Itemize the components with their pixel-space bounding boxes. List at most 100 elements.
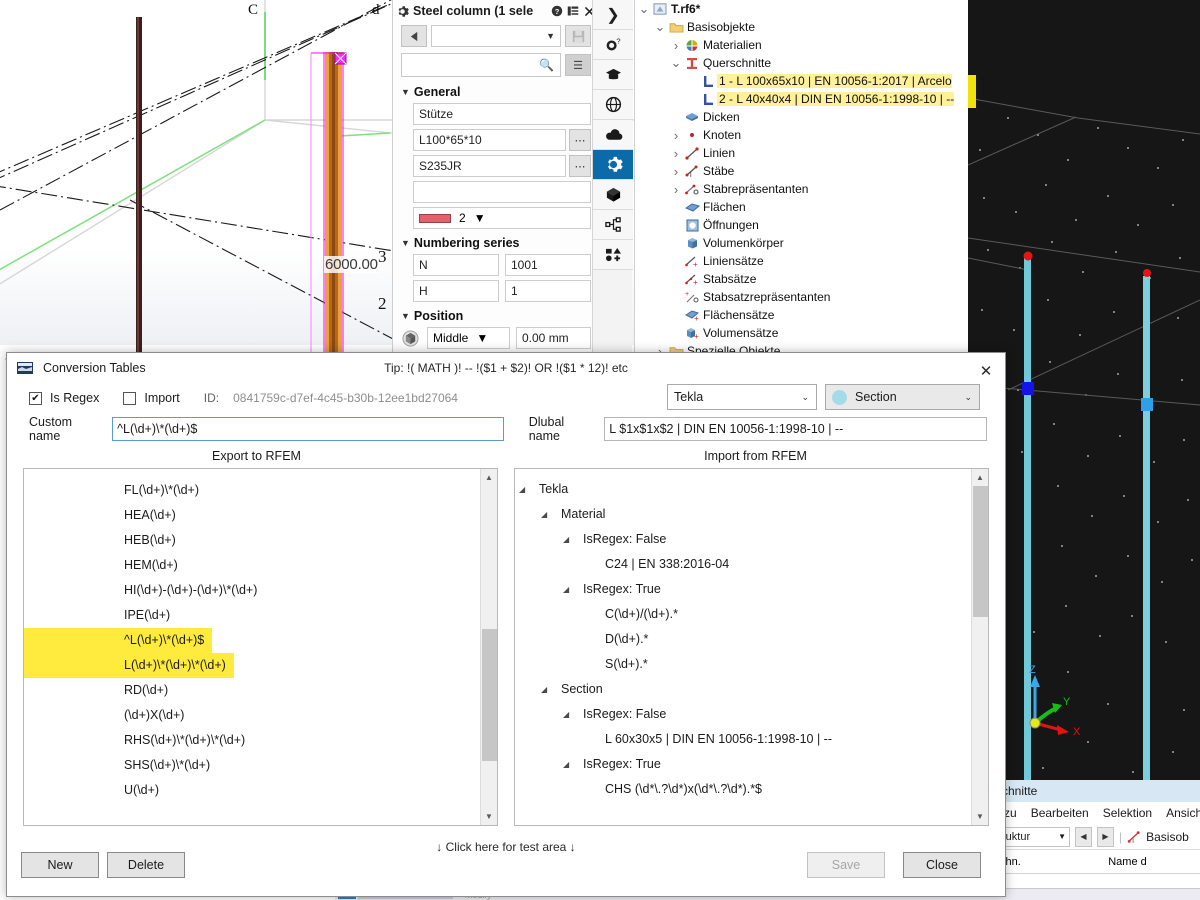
expand-arrow-icon[interactable]: ◢	[563, 752, 575, 777]
cube-icon[interactable]	[593, 180, 633, 210]
export-list-item[interactable]: HEA(\d+)	[24, 503, 497, 528]
import-checkbox[interactable]	[123, 391, 137, 405]
tree-node[interactable]: Volumenkörper	[635, 234, 968, 252]
material-field[interactable]: S235JR	[413, 155, 566, 177]
scroll-thumb[interactable]	[482, 629, 497, 761]
tree-node[interactable]: 2 - L 40x40x4 | DIN EN 10056-1:1998-10 |…	[635, 90, 968, 108]
import-tree-node[interactable]: ◢ Tekla	[515, 477, 988, 502]
import-tree-node[interactable]: ◢ IsRegex: False	[515, 702, 988, 727]
expand-arrow-icon[interactable]: ◢	[541, 502, 553, 527]
tree-node[interactable]: › Materialien	[635, 36, 968, 54]
export-list[interactable]: FL(\d+)\*(\d+) HEA(\d+) HEB(\d+) HEM(\d+) HI…	[24, 469, 497, 803]
custom-name-input[interactable]	[112, 417, 504, 441]
chevron-right-icon[interactable]: ›	[669, 38, 683, 53]
hamburger-icon[interactable]: ☰	[565, 54, 591, 76]
export-scrollbar[interactable]: ▲ ▼	[480, 469, 497, 825]
is-regex-checkbox[interactable]: ✔	[29, 391, 42, 405]
chevron-right-icon[interactable]: ›	[669, 128, 683, 143]
model-navigator-tree[interactable]: ⌄ T.rf6* ⌄ Basisobjekte › Materialien ⌄ Quersch…	[634, 0, 968, 358]
tree-node[interactable]: + Liniensätze	[635, 252, 968, 270]
group-header-position[interactable]: ▼ Position	[393, 304, 599, 325]
comment-field[interactable]	[413, 181, 591, 203]
export-list-item[interactable]: ^L(\d+)\*(\d+)$	[24, 628, 213, 653]
import-tree-pane[interactable]: ◢ Tekla ◢ Material ◢ IsRegex: False C24 | EN 3…	[514, 468, 989, 826]
import-tree[interactable]: ◢ Tekla ◢ Material ◢ IsRegex: False C24 | EN 3…	[515, 469, 988, 802]
position-alignment-combo[interactable]: Middle ▼	[427, 327, 510, 349]
import-tree-node[interactable]: ◢ IsRegex: True	[515, 577, 988, 602]
tree-node[interactable]: 1 - L 100x65x10 | EN 10056-1:2017 | Arce…	[635, 72, 968, 90]
back-arrow-icon[interactable]	[401, 25, 427, 47]
import-tree-node[interactable]: C24 | EN 338:2016-04	[515, 552, 988, 577]
import-tree-node[interactable]: D(\d+).*	[515, 627, 988, 652]
menu-item-1[interactable]: Bearbeiten	[1031, 806, 1089, 820]
scroll-thumb[interactable]	[973, 486, 988, 617]
color-combo[interactable]: 2 ▼	[413, 207, 591, 229]
chevron-right-icon[interactable]: ›	[669, 146, 683, 161]
export-list-item[interactable]: L(\d+)\*(\d+)\*(\d+)	[24, 653, 234, 678]
toolbar-label[interactable]: Basisob	[1146, 830, 1189, 844]
name-field[interactable]: Stütze	[413, 103, 591, 125]
expand-arrow-icon[interactable]: ◢	[519, 477, 531, 502]
shapes-icon[interactable]	[593, 240, 633, 270]
save-icon[interactable]	[565, 25, 591, 47]
tree-node[interactable]: ⌄ Basisobjekte	[635, 18, 968, 36]
tree-node[interactable]: › Knoten	[635, 126, 968, 144]
numbering-h-label[interactable]: H	[413, 280, 499, 302]
expand-arrow-icon[interactable]: ◢	[541, 677, 553, 702]
cloud-icon[interactable]	[593, 120, 633, 150]
group-header-numbering[interactable]: ▼ Numbering series	[393, 231, 599, 252]
graduation-cap-icon[interactable]	[593, 60, 633, 90]
chevron-down-icon[interactable]: ⌄	[669, 56, 683, 69]
gear-icon[interactable]	[593, 150, 633, 180]
scroll-down-icon[interactable]: ▼	[481, 808, 497, 825]
import-tree-node[interactable]: C(\d+)/(\d+).*	[515, 602, 988, 627]
tree-node[interactable]: › I Stäbe	[635, 162, 968, 180]
export-list-item[interactable]: HI(\d+)-(\d+)-(\d+)\*(\d+)	[24, 578, 497, 603]
close-button[interactable]: Close	[903, 852, 981, 878]
import-tree-node[interactable]: ◢ IsRegex: True	[515, 752, 988, 777]
conversion-tables-dialog[interactable]: Conversion Tables Tip: !( MATH )! -- !($…	[6, 352, 1006, 897]
tree-node[interactable]: ⌄ Querschnitte	[635, 54, 968, 72]
layout-icon[interactable]	[567, 5, 579, 17]
hierarchy-icon[interactable]	[593, 210, 633, 240]
chevron-down-icon[interactable]: ⌄	[637, 2, 651, 15]
chevron-right-icon[interactable]: ›	[669, 182, 683, 197]
tree-node[interactable]: Flächen	[635, 198, 968, 216]
search-input[interactable]: 🔍	[401, 53, 561, 77]
next-button[interactable]: ▶	[1097, 826, 1114, 847]
application-dropdown[interactable]: Tekla ⌄	[667, 384, 817, 410]
import-tree-node[interactable]: ◢ IsRegex: False	[515, 527, 988, 552]
export-list-item[interactable]: IPE(\d+)	[24, 603, 497, 628]
import-tree-node[interactable]: ◢ Section	[515, 677, 988, 702]
import-scrollbar[interactable]: ▲ ▼	[971, 469, 988, 825]
chevron-down-icon[interactable]: ⌄	[653, 20, 667, 33]
export-list-item[interactable]: HEM(\d+)	[24, 553, 497, 578]
tree-node[interactable]: › Stabrepräsentanten	[635, 180, 968, 198]
menu-item-2[interactable]: Selektion	[1103, 806, 1152, 820]
section-browse-button[interactable]: ⋯	[569, 129, 591, 151]
close-icon[interactable]: ✕	[975, 361, 997, 381]
section-field[interactable]: L100*65*10	[413, 129, 566, 151]
numbering-n-value[interactable]: 1001	[505, 254, 591, 276]
settings-help-icon[interactable]: ?	[593, 30, 633, 60]
export-list-item[interactable]: U(\d+)	[24, 778, 497, 803]
dlubal-name-input[interactable]	[604, 417, 987, 441]
import-tree-node[interactable]: S(\d+).*	[515, 652, 988, 677]
export-list-item[interactable]: FL(\d+)\*(\d+)	[24, 478, 497, 503]
export-list-item[interactable]: RHS(\d+)\*(\d+)\*(\d+)	[24, 728, 497, 753]
import-tree-node[interactable]: ◢ Material	[515, 502, 988, 527]
tree-node[interactable]: + Flächensätze	[635, 306, 968, 324]
new-button[interactable]: New	[21, 852, 99, 878]
tree-node[interactable]: Dicken	[635, 108, 968, 126]
preset-combo[interactable]: ▼	[431, 25, 561, 47]
group-header-general[interactable]: ▼ General	[393, 80, 599, 101]
material-browse-button[interactable]: ⋯	[569, 155, 591, 177]
export-list-item[interactable]: RD(\d+)	[24, 678, 497, 703]
help-icon[interactable]: ?	[551, 5, 563, 17]
type-dropdown[interactable]: Section ⌄	[825, 384, 980, 410]
numbering-h-value[interactable]: 1	[505, 280, 591, 302]
menu-item-3[interactable]: Ansich	[1166, 806, 1200, 820]
tree-node[interactable]: › Linien	[635, 144, 968, 162]
chevron-right-icon[interactable]: ›	[669, 164, 683, 179]
globe-icon[interactable]	[593, 90, 633, 120]
